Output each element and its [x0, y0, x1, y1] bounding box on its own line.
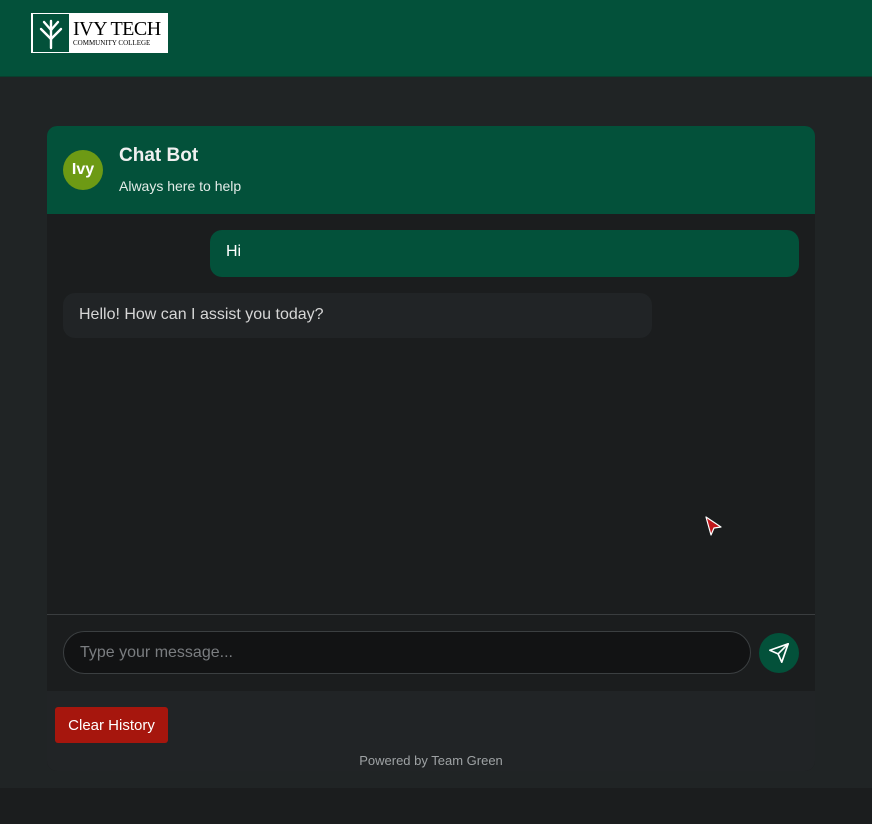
- ivy-tech-logo[interactable]: IVY TECH COMMUNITY COLLEGE: [31, 13, 168, 53]
- bot-avatar: Ivy: [63, 150, 103, 190]
- send-icon: [768, 642, 790, 664]
- chat-widget: Ivy Chat Bot Always here to help Hi Hell…: [47, 126, 815, 771]
- message-composer: [47, 615, 815, 691]
- bottom-strip: [0, 788, 872, 824]
- clear-history-button[interactable]: Clear History: [55, 707, 168, 743]
- bot-message: Hello! How can I assist you today?: [63, 293, 652, 338]
- logo-wordmark: IVY TECH COMMUNITY COLLEGE: [73, 19, 161, 47]
- mouse-cursor-icon: [705, 516, 723, 536]
- top-bar: IVY TECH COMMUNITY COLLEGE: [0, 0, 872, 77]
- chat-footer: Clear History Powered by Team Green: [47, 691, 815, 771]
- logo-subtitle: COMMUNITY COLLEGE: [73, 39, 151, 47]
- send-button[interactable]: [759, 633, 799, 673]
- message-input[interactable]: [63, 631, 751, 674]
- logo-name: IVY TECH: [73, 18, 161, 40]
- message-list[interactable]: Hi Hello! How can I assist you today?: [47, 214, 815, 614]
- powered-by-text: Powered by Team Green: [359, 753, 503, 768]
- chat-tagline: Always here to help: [119, 178, 242, 194]
- user-message: Hi: [210, 230, 799, 277]
- chat-header: Ivy Chat Bot Always here to help: [47, 126, 815, 214]
- chat-title: Chat Bot: [119, 145, 199, 166]
- ivy-leaf-icon: [33, 14, 69, 52]
